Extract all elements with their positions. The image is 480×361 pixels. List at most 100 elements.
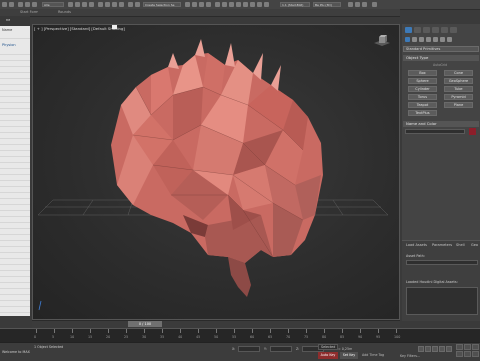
toggle-ribbon-icon[interactable] (236, 2, 241, 7)
lights-icon[interactable] (419, 37, 424, 42)
x-coordinate-field[interactable] (238, 346, 260, 352)
create-tab-icon[interactable] (405, 27, 412, 33)
add-time-tag[interactable]: Add Time Tag (362, 353, 384, 357)
angle-snap-icon[interactable] (192, 2, 197, 7)
ribbon-tab-rounds[interactable]: Rounds (58, 10, 71, 14)
go-to-end-icon[interactable] (446, 346, 452, 352)
primitive-category-dropdown[interactable]: Standard Primitives (403, 46, 479, 52)
orbit-icon[interactable] (472, 351, 479, 357)
explorer-item-physion[interactable]: Physion (2, 43, 28, 48)
list-item[interactable] (0, 110, 30, 115)
scene-explorer[interactable]: Name Physion (0, 26, 30, 316)
cone-button[interactable]: Cone (444, 70, 473, 76)
utilities-tab-icon[interactable] (450, 27, 457, 33)
render-setup-icon[interactable] (264, 2, 269, 7)
sphere-button[interactable]: Sphere (408, 78, 437, 84)
list-item[interactable] (0, 104, 30, 109)
cameras-icon[interactable] (426, 37, 431, 42)
list-item[interactable] (0, 182, 30, 187)
window-crossing-icon[interactable] (89, 2, 94, 7)
pan-icon[interactable] (464, 351, 471, 357)
manipulate-icon[interactable] (135, 2, 140, 7)
list-item[interactable] (0, 56, 30, 61)
rotate-icon[interactable] (105, 2, 110, 7)
key-filters-button[interactable]: Key Filters... (400, 354, 420, 358)
list-item[interactable] (0, 194, 30, 199)
object-color-swatch[interactable] (469, 128, 476, 135)
project-folder-icon[interactable] (372, 2, 377, 7)
list-item[interactable] (0, 122, 30, 127)
autogrid-label[interactable]: AutoGrid (433, 63, 447, 67)
list-item[interactable] (0, 230, 30, 235)
spinner-snap-icon[interactable] (206, 2, 211, 7)
list-item[interactable] (0, 224, 30, 229)
list-item[interactable] (0, 254, 30, 259)
textplus-button[interactable]: TextPlus (408, 110, 437, 116)
tab-parameters[interactable]: Parameters (432, 243, 452, 247)
render-iterative-icon[interactable] (362, 2, 367, 7)
list-item[interactable] (0, 164, 30, 169)
list-item[interactable] (0, 302, 30, 307)
hierarchy-tab-icon[interactable] (423, 27, 430, 33)
zoom-extents-icon[interactable] (472, 344, 479, 350)
list-item[interactable] (0, 242, 30, 247)
list-item[interactable] (0, 152, 30, 157)
list-item[interactable] (0, 212, 30, 217)
list-item[interactable] (0, 92, 30, 97)
previous-frame-icon[interactable] (425, 346, 431, 352)
modify-tab-icon[interactable] (414, 27, 421, 33)
list-item[interactable] (0, 176, 30, 181)
play-icon[interactable] (432, 346, 438, 352)
list-item[interactable] (0, 134, 30, 139)
list-item[interactable] (0, 34, 30, 39)
render-production-icon[interactable] (355, 2, 360, 7)
plane-button[interactable]: Plane (444, 102, 473, 108)
geometry-icon[interactable] (405, 37, 410, 42)
geosphere-button[interactable]: GeoSphere (444, 78, 473, 84)
layer-explorer-icon[interactable] (229, 2, 234, 7)
name-and-color-rollout[interactable]: Name and Color (403, 121, 479, 127)
list-item[interactable] (0, 218, 30, 223)
link-icon[interactable] (18, 2, 23, 7)
maxscript-listener[interactable]: Welcome to MAXScript. (2, 350, 30, 354)
bind-spacewarp-icon[interactable] (32, 2, 37, 7)
set-key-button[interactable]: Set Key (340, 352, 358, 359)
ribbon-tab-start-form[interactable]: Start Form (20, 10, 38, 14)
list-item[interactable] (0, 170, 30, 175)
workspace-dropdown[interactable]: 1.1 (Stad.Bild) (280, 2, 310, 7)
list-item[interactable] (0, 68, 30, 73)
list-item[interactable] (0, 278, 30, 283)
undo-icon[interactable] (2, 2, 7, 7)
systems-icon[interactable] (447, 37, 452, 42)
list-item[interactable] (0, 146, 30, 151)
move-icon[interactable] (98, 2, 103, 7)
tab-load-assets[interactable]: Load Assets (406, 243, 427, 247)
list-item[interactable] (0, 128, 30, 133)
list-item[interactable] (0, 248, 30, 253)
list-item[interactable] (0, 290, 30, 295)
list-item[interactable] (0, 158, 30, 163)
next-frame-icon[interactable] (439, 346, 445, 352)
list-item[interactable] (0, 260, 30, 265)
tab-shell[interactable]: Shell (456, 243, 465, 247)
display-tab-icon[interactable] (441, 27, 448, 33)
list-item[interactable] (0, 206, 30, 211)
time-slider-thumb[interactable]: 0 / 100 (128, 321, 162, 327)
named-selection-dropdown[interactable]: Create Selection Se (143, 2, 181, 7)
pivot-center-icon[interactable] (128, 2, 133, 7)
zoom-all-icon[interactable] (464, 344, 471, 350)
list-item[interactable] (0, 98, 30, 103)
list-item[interactable] (0, 140, 30, 145)
tab-geo[interactable]: Geo (471, 243, 478, 247)
list-item[interactable] (0, 266, 30, 271)
loaded-assets-list[interactable] (406, 287, 478, 315)
helpers-icon[interactable] (433, 37, 438, 42)
material-editor-icon[interactable] (257, 2, 262, 7)
percent-snap-icon[interactable] (199, 2, 204, 7)
box-button[interactable]: Box (408, 70, 437, 76)
list-item[interactable] (0, 200, 30, 205)
spacewarps-icon[interactable] (440, 37, 445, 42)
list-item[interactable] (0, 80, 30, 85)
list-item[interactable] (0, 62, 30, 67)
list-item[interactable] (0, 86, 30, 91)
